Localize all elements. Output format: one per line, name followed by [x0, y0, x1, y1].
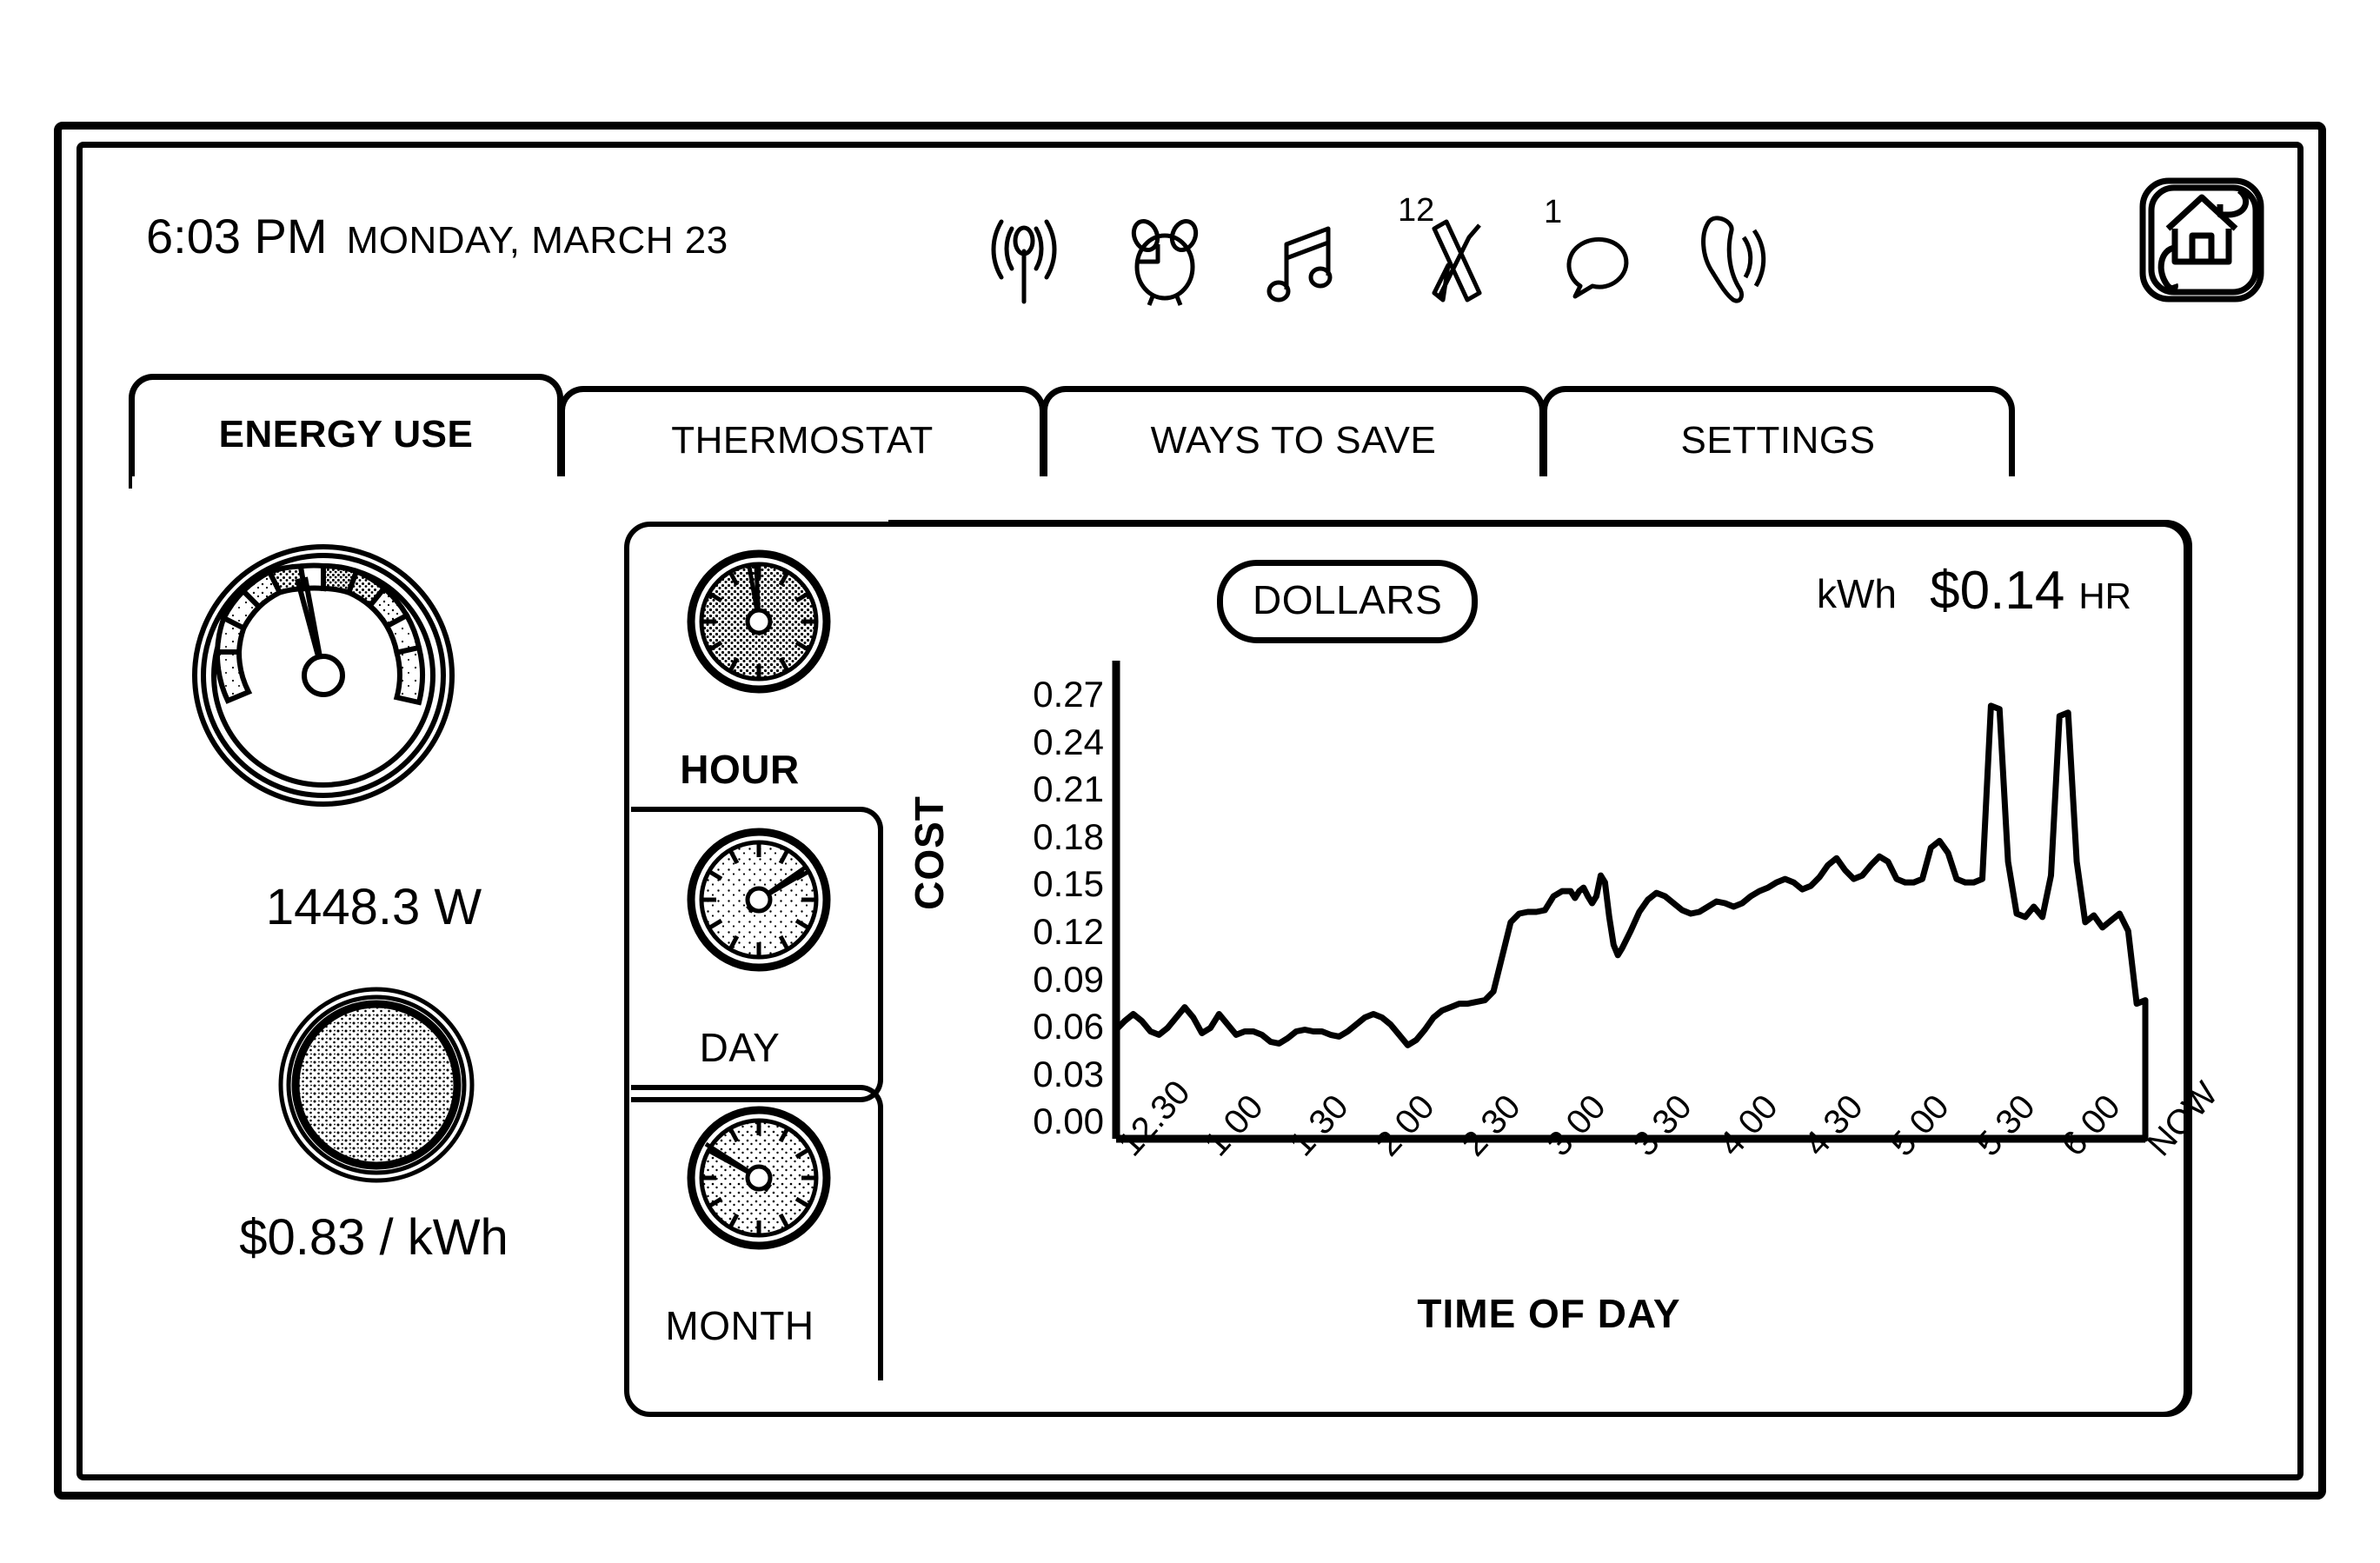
- clock-date: MONDAY, MARCH 23: [346, 219, 728, 262]
- power-value: 1448.3 W: [265, 879, 482, 935]
- clock-time: 6:03 PM: [146, 209, 328, 263]
- period-option-day[interactable]: DAY: [631, 807, 883, 1102]
- tab-settings[interactable]: SETTINGS: [1541, 386, 2015, 489]
- x-axis-caption: TIME OF DAY: [1417, 1291, 1681, 1336]
- y-tick: 0.24: [1033, 721, 1104, 762]
- y-tick: 0.03: [1033, 1053, 1104, 1094]
- day-gauge-icon: [685, 826, 833, 978]
- period-option-hour[interactable]: HOUR: [631, 529, 883, 824]
- y-tick: 0.18: [1033, 815, 1104, 857]
- cost-chart-card: DOLLARS kWh $0.14 HR COST 0.27 0.24 0.21…: [888, 520, 2225, 1420]
- alarm-clock-icon[interactable]: [1123, 204, 1207, 309]
- current-rate: $0.14 HR: [1930, 560, 2131, 622]
- period-day-label: DAY: [699, 1025, 781, 1070]
- energy-monitor-screen: 6:03 PM MONDAY, MARCH 23 12 1 ENERGY USE…: [0, 0, 2380, 1563]
- speech-bubble-icon[interactable]: 1: [1544, 196, 1629, 309]
- x-axis-tick-labels: 12.30 1.00 1.30 2.00 2.30 3.00 3.30 4.00 4.30 5.0…: [1106, 1074, 2225, 1312]
- tab-ways-to-save[interactable]: WAYS TO SAVE: [1041, 386, 1546, 489]
- y-tick: 0.06: [1033, 1006, 1104, 1048]
- tab-ways-to-save-label: WAYS TO SAVE: [1150, 418, 1437, 462]
- current-rate-unit: HR: [2078, 575, 2131, 616]
- cost-value: $0.83 / kWh: [239, 1209, 509, 1266]
- y-tick: 0.15: [1033, 863, 1104, 905]
- period-month-label: MONTH: [665, 1303, 814, 1348]
- left-readouts-column: 1448.3 W $0.83 / kWh: [139, 522, 608, 1382]
- active-tab-joint: [132, 476, 2053, 496]
- clock-and-date: 6:03 PM MONDAY, MARCH 23: [146, 208, 728, 264]
- y-tick: 0.12: [1033, 910, 1104, 952]
- unit-toggle-dollars[interactable]: DOLLARS: [1217, 560, 1479, 643]
- y-axis-tick-labels: 0.27 0.24 0.21 0.18 0.15 0.12 0.09 0.06 …: [965, 671, 1104, 1146]
- period-option-month[interactable]: MONTH: [631, 1085, 883, 1380]
- hour-gauge-icon: [685, 548, 833, 700]
- period-selector: HOUR DAY MONTH: [631, 529, 892, 1407]
- y-tick: 0.00: [1033, 1101, 1104, 1142]
- y-tick: 0.27: [1033, 674, 1104, 715]
- tab-energy-use[interactable]: ENERGY USE: [129, 374, 563, 489]
- status-bar: 6:03 PM MONDAY, MARCH 23 12 1: [96, 161, 2284, 348]
- unit-toggle-dollars-label: DOLLARS: [1253, 577, 1443, 622]
- unit-toggle-kwh-label: kWh: [1817, 571, 1897, 616]
- chart-header: DOLLARS kWh $0.14 HR: [888, 560, 2192, 647]
- y-axis-caption: COST: [907, 795, 952, 910]
- y-tick: 0.21: [1033, 768, 1104, 810]
- status-icon-tray: 12 1: [982, 178, 1770, 309]
- period-hour-label: HOUR: [680, 747, 800, 792]
- cost-indicator-disc: [250, 982, 502, 1195]
- tab-thermostat-label: THERMOSTAT: [671, 418, 934, 462]
- cost-line-chart: [1112, 661, 2149, 1143]
- home-button[interactable]: [2138, 176, 2265, 303]
- power-meter-gauge: [191, 522, 556, 874]
- signal-antenna-icon[interactable]: [982, 204, 1066, 309]
- current-rate-amount: $0.14: [1930, 561, 2065, 621]
- y-tick: 0.09: [1033, 958, 1104, 1000]
- mail-envelope-icon[interactable]: 12: [1398, 194, 1488, 309]
- music-note-icon[interactable]: [1264, 204, 1347, 309]
- unit-toggle-kwh[interactable]: kWh: [1817, 570, 1897, 617]
- chart-plot-area: COST 0.27 0.24 0.21 0.18 0.15 0.12 0.09 …: [888, 655, 2225, 1420]
- tab-settings-label: SETTINGS: [1680, 418, 1876, 462]
- month-gauge-icon: [685, 1104, 833, 1256]
- tab-energy-use-label: ENERGY USE: [218, 412, 474, 456]
- tab-thermostat[interactable]: THERMOSTAT: [559, 386, 1046, 489]
- tab-bar: ENERGY USE THERMOSTAT WAYS TO SAVE SETTI…: [129, 374, 2250, 489]
- phone-handset-icon[interactable]: [1686, 204, 1770, 309]
